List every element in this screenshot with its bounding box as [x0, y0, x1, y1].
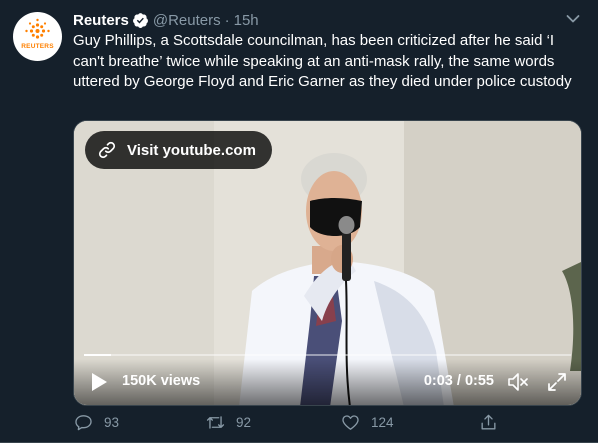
share-button[interactable]: [479, 413, 509, 432]
retweet-icon: [206, 416, 225, 429]
link-icon: [98, 141, 116, 159]
reply-count: 93: [104, 415, 120, 430]
reply-icon: [75, 415, 92, 431]
play-icon[interactable]: [90, 372, 108, 392]
retweet-button[interactable]: 92: [206, 413, 251, 432]
video-progress-bar[interactable]: [84, 354, 571, 356]
like-count: 124: [371, 415, 394, 430]
display-name[interactable]: Reuters: [73, 12, 129, 29]
timestamp[interactable]: 15h: [234, 12, 259, 29]
tweet-actions: 93 92 124: [73, 413, 513, 437]
video-controls: 150K views 0:03 / 0:55: [74, 359, 581, 405]
handle[interactable]: @Reuters: [153, 12, 221, 29]
fullscreen-icon[interactable]: [547, 372, 567, 392]
share-icon: [481, 414, 496, 430]
time-readout: 0:03 / 0:55: [424, 373, 494, 389]
avatar-wordmark: REUTERS: [21, 43, 54, 50]
time-separator: /: [452, 373, 465, 389]
separator-dot: ·: [224, 11, 230, 29]
reply-button[interactable]: 93: [74, 413, 119, 432]
tweet-card[interactable]: REUTERS Reuters @Reuters · 15h Guy Phill…: [0, 0, 598, 443]
tweet-header: Reuters @Reuters · 15h: [73, 10, 259, 30]
reuters-logo-icon: [25, 18, 50, 39]
video-player[interactable]: Visit youtube.com 150K views 0:03 / 0:55: [73, 120, 582, 406]
duration: 0:55: [464, 373, 494, 389]
like-button[interactable]: 124: [341, 413, 394, 432]
retweet-count: 92: [236, 415, 252, 430]
chevron-down-icon[interactable]: [566, 14, 580, 24]
heart-icon: [342, 415, 359, 430]
mute-icon[interactable]: [507, 372, 529, 392]
video-progress-fill: [84, 354, 111, 356]
elapsed-time: 0:03: [423, 373, 453, 389]
avatar[interactable]: REUTERS: [13, 12, 62, 61]
verified-badge-icon: [132, 12, 148, 28]
visit-link-label: Visit youtube.com: [127, 141, 256, 159]
visit-link-button[interactable]: Visit youtube.com: [85, 131, 272, 169]
tweet-text: Guy Phillips, a Scottsdale councilman, h…: [73, 32, 572, 90]
view-count: 150K views: [122, 373, 201, 389]
